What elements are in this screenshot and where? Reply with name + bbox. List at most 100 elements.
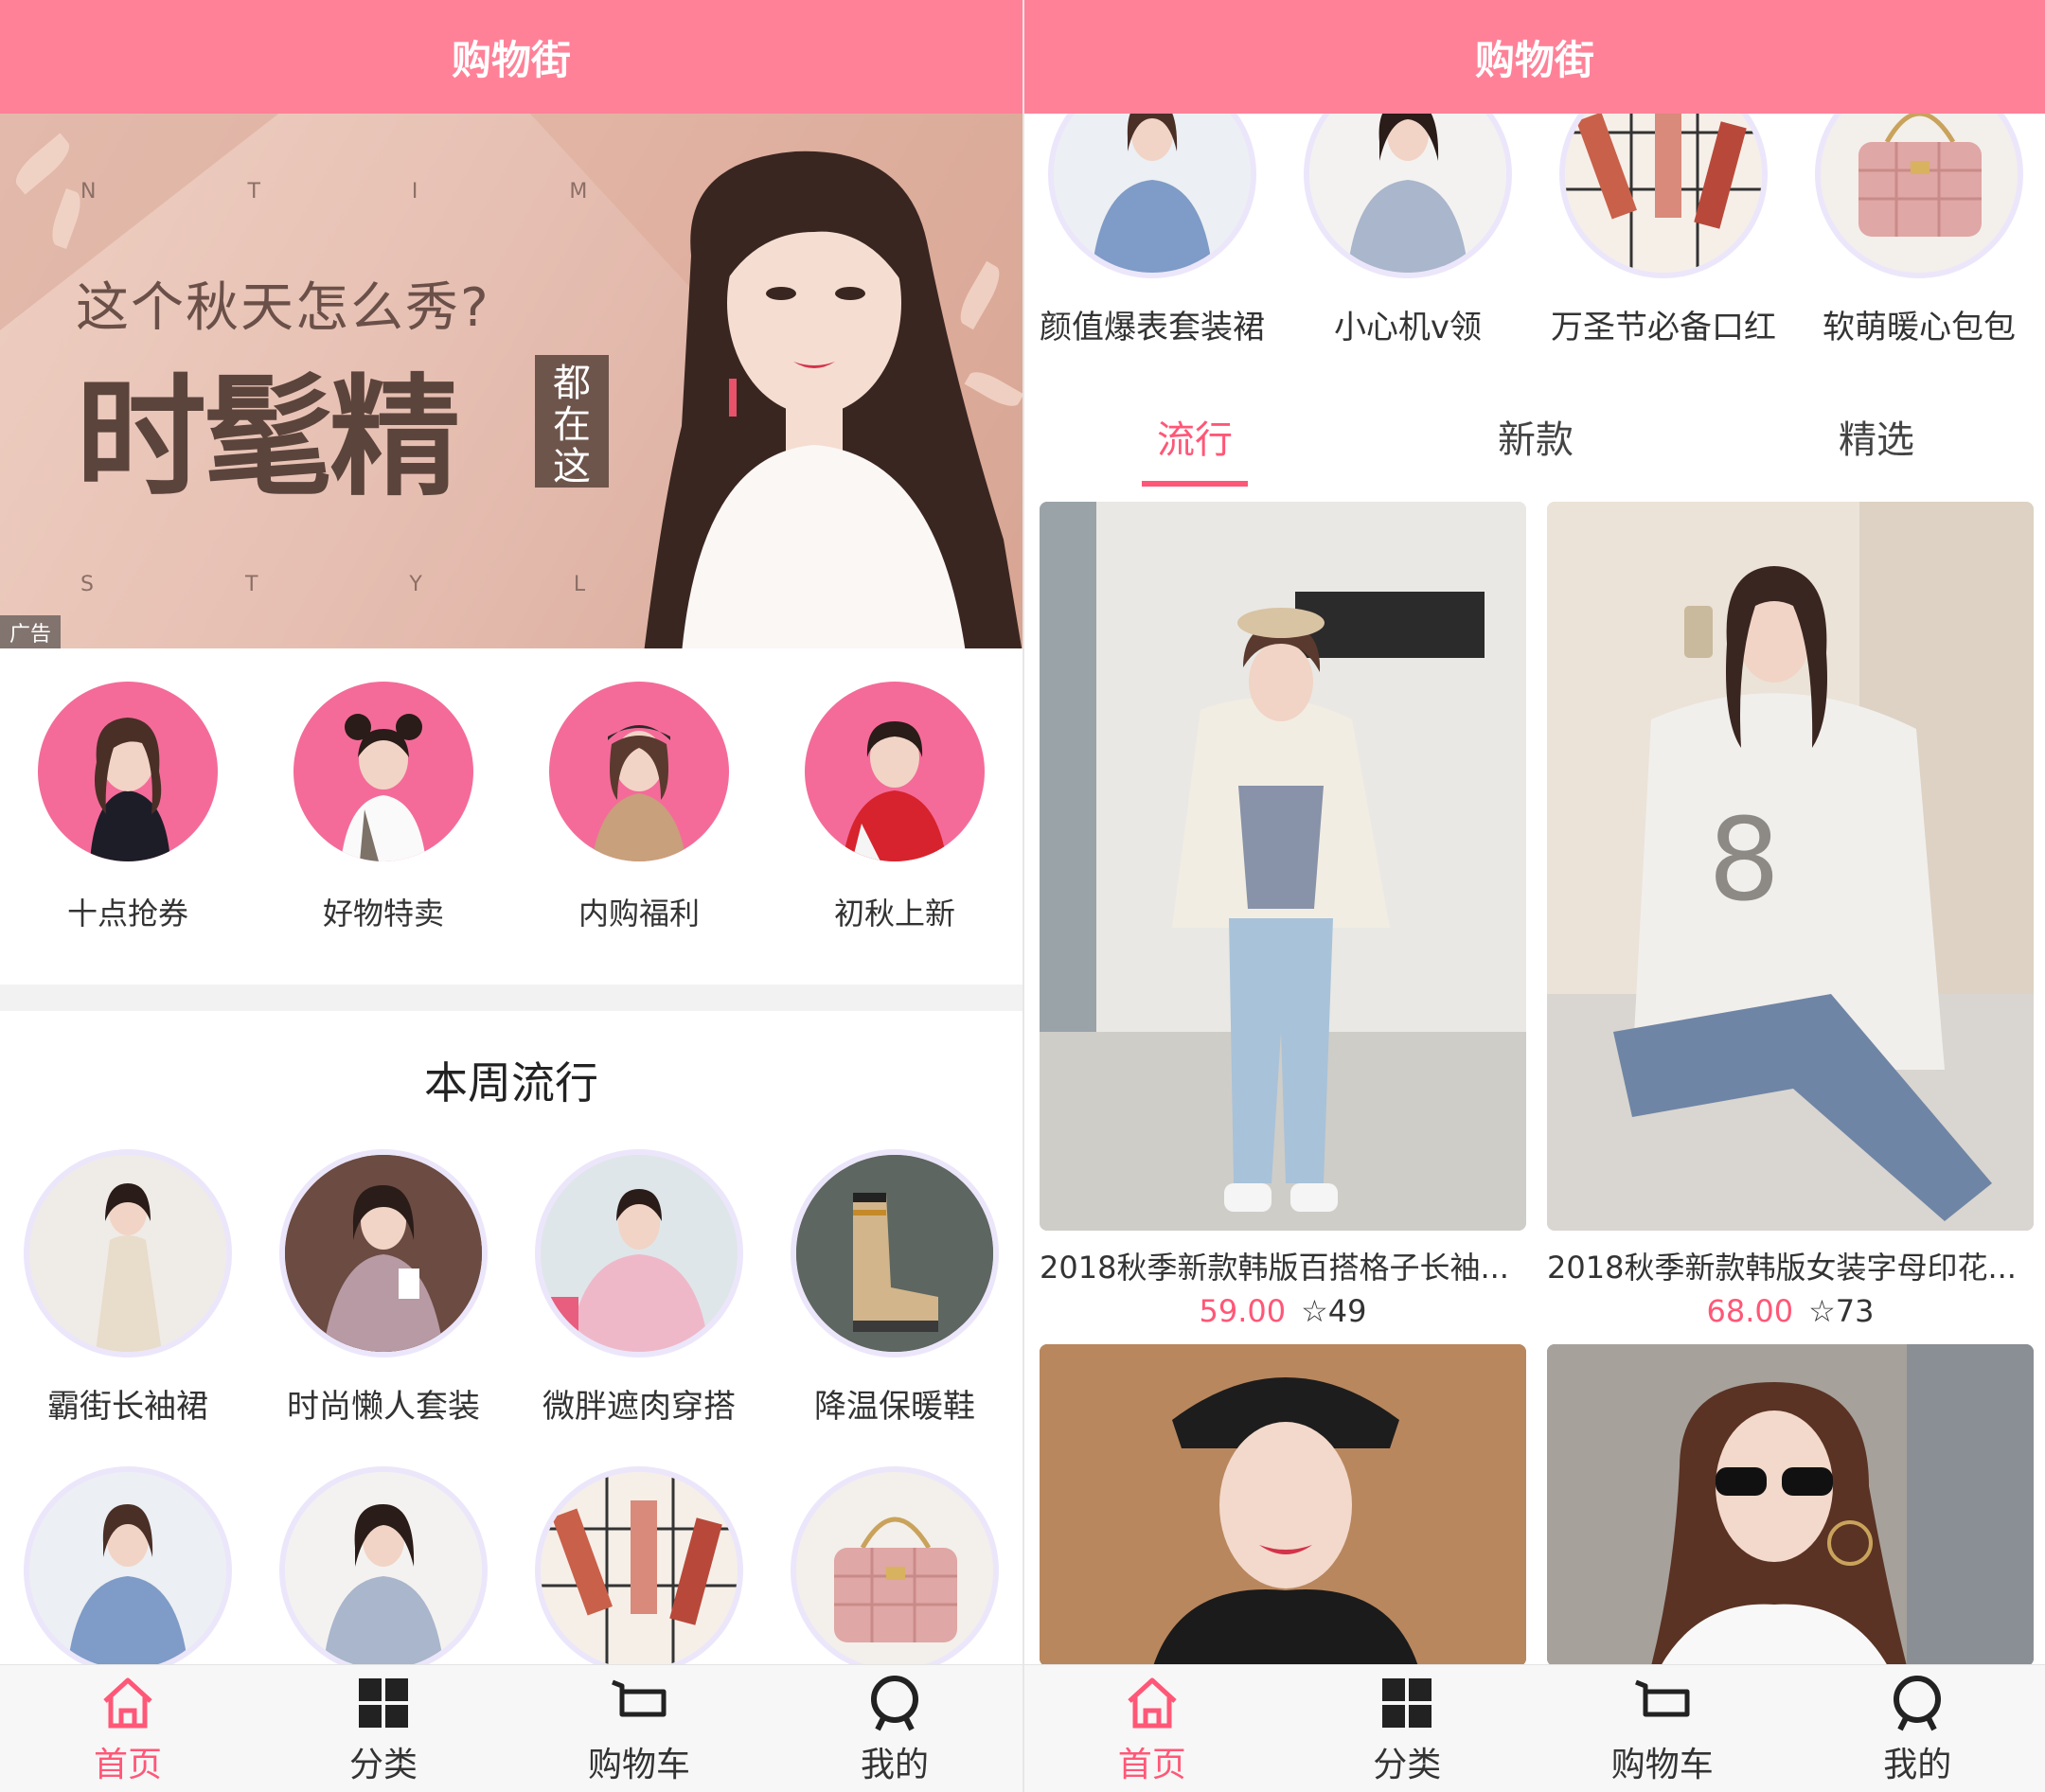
product-card[interactable]: 8 2018秋季新款韩版女装字母印花... 68.00 ☆73	[1547, 502, 2034, 1329]
svg-text:8: 8	[1708, 795, 1780, 927]
product-meta: 68.00 ☆73	[1547, 1293, 2034, 1329]
grid-icon	[1382, 1677, 1432, 1728]
tab-label: 首页	[1117, 1745, 1186, 1784]
category-image	[293, 682, 473, 861]
tab-label: 购物车	[1610, 1745, 1714, 1784]
product-card[interactable]	[1547, 1344, 2034, 1666]
tab-label: 首页	[93, 1745, 162, 1784]
banner-tag: 都在这	[535, 355, 609, 488]
category-special-sale[interactable]: 好物特卖	[256, 682, 511, 956]
trend-item[interactable]: 颜值爆表套装裙	[1024, 76, 1280, 379]
product-price: 68.00	[1706, 1293, 1794, 1329]
trend-item[interactable]: 小心机v领	[1280, 76, 1536, 379]
tab-profile[interactable]: 我的	[767, 1665, 1022, 1792]
bottom-tab-bar: 首页 分类 购物车 我的	[1024, 1664, 2045, 1792]
trend-item[interactable]	[511, 1472, 767, 1669]
trend-image	[29, 1155, 226, 1352]
tab-profile[interactable]: 我的	[1790, 1665, 2045, 1792]
category-internal-benefit[interactable]: 内购福利	[511, 682, 767, 956]
product-image: 8	[1547, 502, 2034, 1231]
trend-item[interactable]	[0, 1472, 256, 1669]
product-title: 2018秋季新款韩版百搭格子长袖...	[1040, 1250, 1509, 1286]
nav-bar: 购物街	[0, 0, 1022, 114]
star-icon[interactable]: ☆	[1301, 1293, 1328, 1329]
trend-image	[285, 1472, 482, 1669]
tab-category[interactable]: 分类	[1280, 1665, 1536, 1792]
category-image	[549, 682, 729, 861]
category-coupon[interactable]: 十点抢券	[0, 682, 256, 956]
star-icon[interactable]: ☆	[1808, 1293, 1836, 1329]
tab-home[interactable]: 首页	[0, 1665, 256, 1792]
cart-icon	[612, 1679, 667, 1716]
cart-icon	[1634, 1679, 1690, 1716]
ad-label: 广告	[0, 615, 62, 648]
trend-item[interactable]	[767, 1472, 1022, 1669]
home-icon	[1128, 1677, 1177, 1728]
trend-item[interactable]: 微胖遮肉穿搭	[511, 1155, 767, 1427]
trend-item[interactable]: 霸街长袖裙	[0, 1155, 256, 1427]
trend-image	[541, 1155, 738, 1352]
trend-item[interactable]: 万圣节必备口红	[1536, 76, 1791, 379]
tab-home[interactable]: 首页	[1024, 1665, 1280, 1792]
trend-label: 霸街长袖裙	[47, 1388, 208, 1426]
profile-icon	[871, 1675, 918, 1730]
product-image	[1547, 1344, 2034, 1666]
banner-model-image	[644, 151, 1022, 648]
trend-item[interactable]: 降温保暖鞋	[767, 1155, 1022, 1427]
product-price: 59.00	[1199, 1293, 1287, 1329]
promo-banner[interactable]: NTIM STYL 这个秋天怎么秀? 时髦精 都在这 广告	[0, 114, 1022, 648]
trend-image	[796, 1155, 993, 1352]
home-screen-top: 购物街 NTIM STYL 这个秋天怎么秀? 时髦精 都在这 广告 十点抢券 好…	[0, 0, 1022, 1792]
nav-title: 购物街	[451, 36, 571, 83]
weekly-trend-row: 霸街长袖裙 时尚懒人套装 微胖遮肉穿搭 降温保暖鞋	[0, 1155, 1022, 1427]
section-title: 本周流行	[424, 1057, 598, 1109]
category-image	[805, 682, 985, 861]
grid-icon	[359, 1677, 408, 1728]
tab-label: 我的	[1883, 1745, 1952, 1784]
category-label: 内购福利	[578, 896, 700, 931]
category-early-autumn[interactable]: 初秋上新	[767, 682, 1022, 956]
category-label: 好物特卖	[322, 896, 444, 931]
trend-label: 微胖遮肉穿搭	[542, 1388, 736, 1426]
weekly-trend-row: 颜值爆表套装裙 小心机v领 万圣节必备口红 软萌暖心包包	[1024, 76, 2045, 379]
trend-label: 时尚懒人套装	[287, 1388, 480, 1426]
nav-title: 购物街	[1474, 36, 1594, 83]
tab-label: 我的	[860, 1745, 929, 1784]
filter-new[interactable]: 新款	[1365, 407, 1706, 483]
favorite-count: 73	[1835, 1293, 1875, 1329]
category-shortcuts: 十点抢券 好物特卖 内购福利 初秋上新	[0, 682, 1022, 956]
trend-label: 降温保暖鞋	[814, 1388, 975, 1426]
tab-cart[interactable]: 购物车	[511, 1665, 767, 1792]
profile-icon	[1894, 1675, 1942, 1730]
tab-label: 分类	[348, 1745, 418, 1784]
trend-label: 颜值爆表套装裙	[1040, 309, 1265, 346]
trend-label: 万圣节必备口红	[1551, 309, 1776, 346]
product-meta: 59.00 ☆49	[1040, 1293, 1526, 1329]
nav-bar: 购物街	[1024, 0, 2045, 114]
section-divider	[0, 985, 1022, 1011]
trend-label: 小心机v领	[1333, 309, 1483, 346]
trend-label: 软萌暖心包包	[1823, 309, 2016, 346]
home-icon	[103, 1677, 152, 1728]
category-label: 初秋上新	[833, 896, 955, 931]
trend-image	[285, 1155, 482, 1352]
filter-selected[interactable]: 精选	[1706, 407, 2045, 483]
tab-label: 购物车	[587, 1745, 690, 1784]
trend-item[interactable]	[256, 1472, 511, 1669]
product-card[interactable]	[1040, 1344, 1526, 1666]
tab-cart[interactable]: 购物车	[1535, 1665, 1790, 1792]
trend-item[interactable]: 时尚懒人套装	[256, 1155, 511, 1427]
product-image	[1040, 1344, 1526, 1666]
tab-category[interactable]: 分类	[256, 1665, 511, 1792]
banner-headline-small: 这个秋天怎么秀?	[76, 277, 490, 339]
home-screen-scrolled: 颜值爆表套装裙 小心机v领 万圣节必备口红 软萌暖心包包 购物街 流行 新款 精…	[1022, 0, 2045, 1792]
favorite-count: 49	[1327, 1293, 1367, 1329]
category-image	[38, 682, 218, 861]
trend-item[interactable]: 软萌暖心包包	[1791, 76, 2045, 379]
filter-popular[interactable]: 流行	[1024, 407, 1365, 487]
category-label: 十点抢券	[66, 896, 188, 931]
weekly-trend-row-partial	[0, 1472, 1022, 1669]
product-card[interactable]: 2018秋季新款韩版百搭格子长袖... 59.00 ☆49	[1040, 502, 1526, 1329]
bottom-tab-bar: 首页 分类 购物车 我的	[0, 1664, 1022, 1792]
trend-image	[541, 1472, 738, 1669]
